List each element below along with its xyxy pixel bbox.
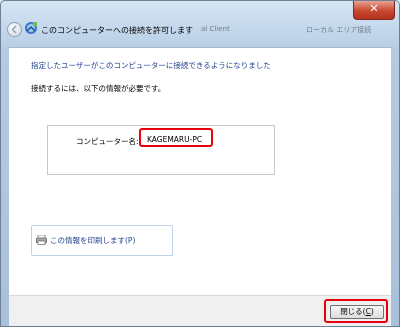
close-label-text: 閉じる( bbox=[340, 307, 366, 316]
back-button[interactable] bbox=[7, 22, 22, 37]
button-bar: 閉じる(C) bbox=[9, 295, 391, 326]
background-text: al Client bbox=[201, 25, 230, 33]
instruction-text: 接続するには、以下の情報が必要です。 bbox=[31, 84, 166, 93]
close-button-highlight: 閉じる(C) bbox=[324, 299, 388, 323]
wizard-window: al Client ローカル エリア接続 このコンピューターへの接続を許可します… bbox=[0, 0, 400, 327]
title-bar: al Client ローカル エリア接続 このコンピューターへの接続を許可します… bbox=[1, 1, 399, 47]
content-panel: 指定したユーザーがこのコンピューターに接続できるようになりました 接続するには、… bbox=[9, 47, 391, 295]
computer-name-label: コンピューター名: bbox=[76, 137, 139, 146]
close-button[interactable]: 閉じる(C) bbox=[330, 305, 384, 319]
background-text: ローカル エリア接続 bbox=[306, 26, 372, 34]
window-title: このコンピューターへの接続を許可します bbox=[41, 26, 193, 35]
print-info-link[interactable]: この情報を印刷します(P) bbox=[31, 225, 173, 256]
remote-access-icon bbox=[25, 22, 37, 34]
printer-icon bbox=[36, 235, 47, 245]
close-x-icon: ✕ bbox=[369, 2, 379, 15]
print-link-label: この情報を印刷します(P) bbox=[50, 236, 136, 245]
close-label-end: ) bbox=[370, 307, 374, 316]
connection-info-box: コンピューター名: KAGEMARU-PC bbox=[47, 125, 275, 175]
computer-name-value: KAGEMARU-PC bbox=[139, 128, 213, 147]
window-close-button[interactable]: ✕ bbox=[353, 1, 395, 20]
back-arrow-icon bbox=[11, 25, 17, 34]
page-heading: 指定したユーザーがこのコンピューターに接続できるようになりました bbox=[31, 61, 271, 70]
